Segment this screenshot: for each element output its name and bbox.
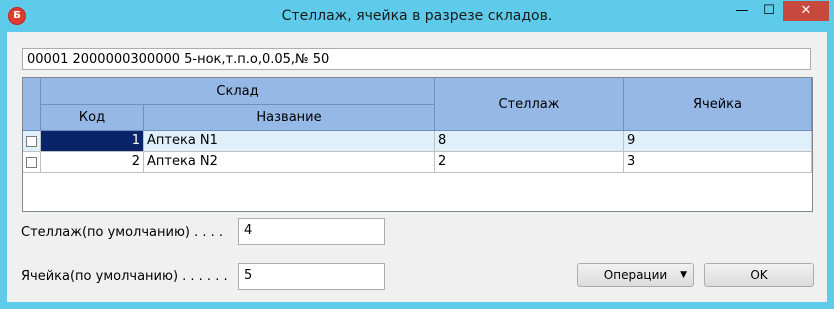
dialog-body: 00001 2000000300000 5-нок,т.п.о,0.05,№ 5…: [7, 32, 827, 302]
cell-cell[interactable]: 9: [624, 131, 812, 152]
operations-button[interactable]: Операции ▼: [577, 263, 694, 287]
table-row[interactable]: [23, 152, 41, 173]
cell-code[interactable]: 2: [41, 152, 144, 173]
window: Б Стеллаж, ячейка в разрезе складов. — ☐…: [0, 0, 834, 309]
group-header-warehouse: Склад: [41, 78, 435, 105]
maximize-button[interactable]: ☐: [756, 1, 782, 21]
ok-button[interactable]: OK: [704, 263, 814, 287]
cell-cell[interactable]: 3: [624, 152, 812, 173]
minimize-button[interactable]: —: [729, 1, 755, 21]
cell-rack[interactable]: 2: [435, 152, 624, 173]
row-indicator-header: [23, 78, 41, 131]
column-header-cell[interactable]: Ячейка: [624, 78, 812, 131]
cell-name[interactable]: Аптека N1: [144, 131, 435, 152]
cell-rack[interactable]: 8: [435, 131, 624, 152]
window-title: Стеллаж, ячейка в разрезе складов.: [281, 8, 553, 24]
cell-code[interactable]: 1: [41, 131, 144, 152]
title-bar[interactable]: Б Стеллаж, ячейка в разрезе складов. — ☐…: [0, 0, 834, 32]
table-row[interactable]: [23, 131, 41, 152]
row-checkbox[interactable]: [26, 157, 37, 168]
close-button[interactable]: ✕: [783, 1, 829, 21]
column-header-name[interactable]: Название: [144, 105, 435, 131]
rack-default-input[interactable]: 4: [238, 218, 385, 245]
rack-default-label: Стеллаж(по умолчанию) . . . .: [21, 225, 224, 240]
cell-name[interactable]: Аптека N2: [144, 152, 435, 173]
dropdown-arrow-icon: ▼: [680, 270, 687, 280]
cell-default-label: Ячейка(по умолчанию) . . . . . .: [21, 269, 228, 284]
cell-default-input[interactable]: 5: [238, 263, 385, 290]
item-info-field: 00001 2000000300000 5-нок,т.п.о,0.05,№ 5…: [22, 48, 811, 70]
row-checkbox[interactable]: [26, 136, 37, 147]
operations-label: Операции: [603, 268, 668, 282]
column-header-rack[interactable]: Стеллаж: [435, 78, 624, 131]
column-header-code[interactable]: Код: [41, 105, 144, 131]
warehouse-grid[interactable]: Склад Код Название Стеллаж Ячейка 1 Апте…: [22, 77, 813, 212]
